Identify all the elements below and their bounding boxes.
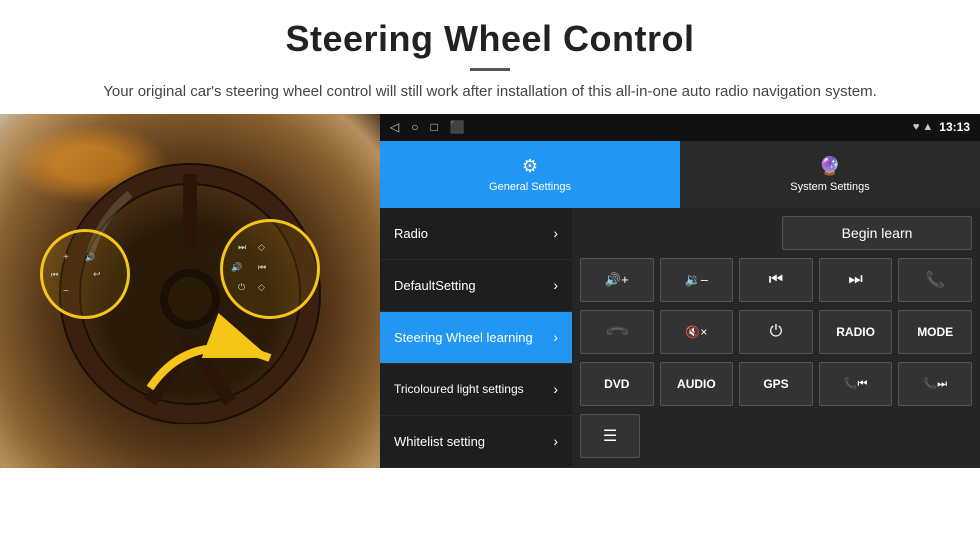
- svg-text:🔊: 🔊: [85, 252, 95, 262]
- svg-text:⏭: ⏭: [238, 242, 246, 252]
- hang-up-button[interactable]: 📞: [580, 310, 654, 354]
- control-row-2: 📞 🔇× ⏻ RADIO MODE: [580, 310, 972, 354]
- mode-label: MODE: [917, 325, 953, 339]
- dvd-button[interactable]: DVD: [580, 362, 654, 406]
- phone-icon: 📞: [925, 270, 945, 290]
- menu-tricolour-arrow: ›: [553, 381, 558, 397]
- tab-system-settings[interactable]: 🔮 System Settings: [680, 141, 980, 208]
- mute-icon: 🔇×: [685, 325, 707, 339]
- tel-next-button[interactable]: 📞⏭: [898, 362, 972, 406]
- android-ui: ◁ ○ □ ⬛ ♥ ▲ 13:13 ⚙ General Settings 🔮 S…: [380, 114, 980, 468]
- audio-label: AUDIO: [677, 377, 716, 391]
- system-settings-icon: 🔮: [819, 156, 841, 177]
- next-track-button[interactable]: ⏭: [819, 258, 893, 302]
- menu-radio-label: Radio: [394, 226, 428, 241]
- menu-item-tricolour[interactable]: Tricoloured light settings ›: [380, 364, 572, 416]
- title-divider: [470, 68, 510, 71]
- vol-down-icon: 🔉–: [685, 272, 708, 288]
- tab-general-label: General Settings: [489, 181, 571, 193]
- mute-button[interactable]: 🔇×: [660, 310, 734, 354]
- prev-track-icon: ⏮: [769, 271, 783, 289]
- menu-steering-arrow: ›: [553, 329, 558, 345]
- back-icon[interactable]: ◁: [390, 120, 399, 134]
- radio-button[interactable]: RADIO: [819, 310, 893, 354]
- menu-item-steering[interactable]: Steering Wheel learning ›: [380, 312, 572, 364]
- menu-whitelist-label: Whitelist setting: [394, 434, 485, 449]
- audio-button[interactable]: AUDIO: [660, 362, 734, 406]
- begin-learn-row: Begin learn: [580, 216, 972, 250]
- begin-learn-button[interactable]: Begin learn: [782, 216, 972, 250]
- svg-text:⏻: ⏻: [238, 282, 245, 292]
- menu-item-radio[interactable]: Radio ›: [380, 208, 572, 260]
- control-row-1: 🔊+ 🔉– ⏮ ⏭ 📞: [580, 258, 972, 302]
- right-button-highlight: ⏭ ◇ 🔊 ⏮ ⏻ ◇: [220, 219, 320, 319]
- mode-button[interactable]: MODE: [898, 310, 972, 354]
- gps-button[interactable]: GPS: [739, 362, 813, 406]
- car-image-area: + ⏮ − 🔊 ↩ ⏭ ◇ 🔊 ⏮ ⏻ ◇: [0, 114, 380, 468]
- status-bar-right: ♥ ▲ 13:13: [913, 120, 970, 134]
- svg-text:⏮: ⏮: [51, 270, 58, 279]
- svg-text:−: −: [63, 286, 69, 297]
- vol-down-button[interactable]: 🔉–: [660, 258, 734, 302]
- tel-prev-button[interactable]: 📞⏮: [819, 362, 893, 406]
- tab-general-settings[interactable]: ⚙ General Settings: [380, 141, 680, 208]
- dvd-label: DVD: [604, 377, 629, 391]
- menu-icon[interactable]: ⬛: [450, 120, 465, 134]
- content-area: Radio › DefaultSetting › Steering Wheel …: [380, 208, 980, 468]
- menu-default-arrow: ›: [553, 277, 558, 293]
- menu-whitelist-arrow: ›: [553, 433, 558, 449]
- recents-icon[interactable]: □: [430, 120, 437, 134]
- tab-system-label: System Settings: [790, 181, 869, 193]
- left-button-highlight: + ⏮ − 🔊 ↩: [40, 229, 130, 319]
- menu-steering-label: Steering Wheel learning: [394, 330, 533, 345]
- menu-item-default[interactable]: DefaultSetting ›: [380, 260, 572, 312]
- gps-label: GPS: [763, 377, 788, 391]
- general-settings-icon: ⚙: [522, 156, 538, 177]
- control-row-4: ☰: [580, 414, 972, 458]
- power-button[interactable]: ⏻: [739, 310, 813, 354]
- phone-button[interactable]: 📞: [898, 258, 972, 302]
- home-icon[interactable]: ○: [411, 120, 418, 134]
- tel-next-icon: 📞⏭: [923, 377, 947, 391]
- tab-bar: ⚙ General Settings 🔮 System Settings: [380, 141, 980, 208]
- tel-prev-icon: 📞⏮: [844, 377, 868, 391]
- page-title: Steering Wheel Control: [60, 18, 920, 60]
- eq-button[interactable]: ☰: [580, 414, 640, 458]
- menu-item-whitelist[interactable]: Whitelist setting ›: [380, 416, 572, 468]
- control-row-3: DVD AUDIO GPS 📞⏮ 📞⏭: [580, 362, 972, 406]
- vol-up-button[interactable]: 🔊+: [580, 258, 654, 302]
- main-content: + ⏮ − 🔊 ↩ ⏭ ◇ 🔊 ⏮ ⏻ ◇: [0, 114, 980, 468]
- right-panel: Begin learn 🔊+ 🔉– ⏮ ⏭: [572, 208, 980, 468]
- radio-label: RADIO: [836, 325, 875, 339]
- power-icon: ⏻: [770, 323, 783, 341]
- left-menu: Radio › DefaultSetting › Steering Wheel …: [380, 208, 572, 468]
- svg-text:◇: ◇: [258, 282, 265, 292]
- page-subtitle: Your original car's steering wheel contr…: [60, 81, 920, 104]
- menu-radio-arrow: ›: [553, 225, 558, 241]
- svg-text:⏮: ⏮: [258, 262, 266, 272]
- menu-tricolour-label: Tricoloured light settings: [394, 382, 524, 396]
- vol-up-icon: 🔊+: [605, 272, 629, 288]
- status-bar-left: ◁ ○ □ ⬛: [390, 120, 465, 134]
- svg-text:◇: ◇: [258, 242, 265, 252]
- next-track-icon: ⏭: [848, 271, 862, 289]
- svg-text:🔊: 🔊: [231, 261, 242, 273]
- hang-up-icon: 📞: [603, 317, 631, 345]
- top-section: Steering Wheel Control Your original car…: [0, 0, 980, 114]
- clock: 13:13: [939, 120, 970, 134]
- menu-default-label: DefaultSetting: [394, 278, 476, 293]
- prev-track-button[interactable]: ⏮: [739, 258, 813, 302]
- signal-icon: ♥ ▲: [913, 121, 933, 133]
- arrow-indicator: [140, 308, 280, 408]
- status-bar: ◁ ○ □ ⬛ ♥ ▲ 13:13: [380, 114, 980, 141]
- eq-icon: ☰: [603, 426, 617, 446]
- svg-text:↩: ↩: [93, 269, 101, 279]
- svg-text:+: +: [63, 252, 69, 263]
